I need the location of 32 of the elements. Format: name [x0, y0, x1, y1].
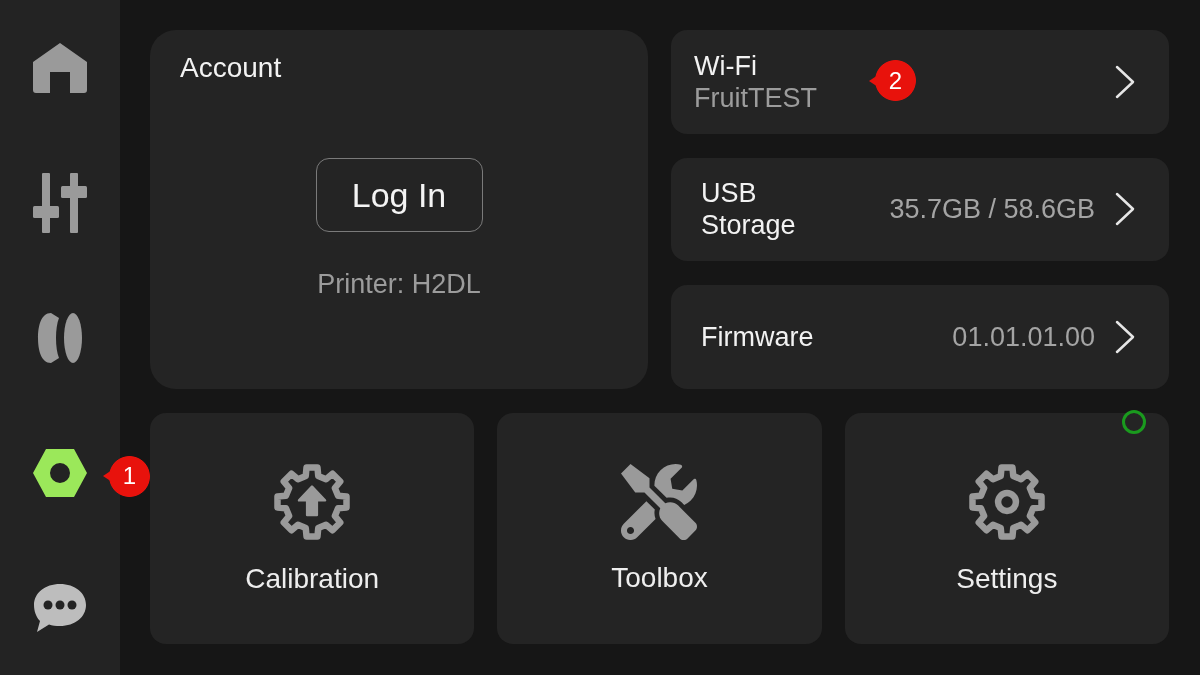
settings-row[interactable]: Firmware 01.01.01.00 — [671, 285, 1169, 389]
row-title: Firmware — [701, 321, 814, 354]
gear-arrow-icon — [273, 462, 352, 541]
network-name: FruitTEST — [694, 81, 817, 114]
home-icon — [32, 41, 88, 94]
controls-nav-button[interactable] — [32, 172, 88, 233]
row-value: 01.01.01.00 — [952, 321, 1095, 354]
messages-nav-button[interactable] — [32, 581, 88, 634]
sliders-icon — [32, 172, 88, 233]
menu-tile[interactable]: Calibration — [150, 413, 475, 644]
chevron-right-icon — [1115, 64, 1135, 99]
row-value: 35.7GB / 58.6GB — [889, 193, 1095, 226]
number-callout: 2 — [869, 60, 916, 101]
filament-nav-button[interactable] — [37, 311, 83, 364]
menu-tile[interactable]: Toolbox — [497, 413, 822, 644]
chat-bubble-icon — [32, 581, 88, 634]
gear-icon — [967, 462, 1046, 541]
card-title: Account — [180, 52, 282, 84]
menu-tile[interactable]: Settings — [844, 413, 1169, 644]
wrench-screwdriver-icon — [621, 463, 698, 540]
chevron-right-icon — [1115, 192, 1135, 227]
chevron-right-icon — [1115, 320, 1135, 355]
spool-icon — [37, 311, 83, 364]
hex-nut-icon — [32, 447, 88, 498]
home-nav-button[interactable] — [32, 41, 88, 94]
login-button[interactable]: Log In — [315, 158, 483, 232]
printer-label: Printer: H2DL — [317, 268, 481, 300]
row-title: Wi-Fi — [694, 49, 758, 82]
number-callout: 1 — [103, 455, 150, 497]
settings-row[interactable]: USB Storage 35.7GB / 58.6GB — [671, 157, 1169, 262]
device-nav-button[interactable] — [32, 447, 88, 498]
row-title: USB Storage — [701, 177, 796, 242]
